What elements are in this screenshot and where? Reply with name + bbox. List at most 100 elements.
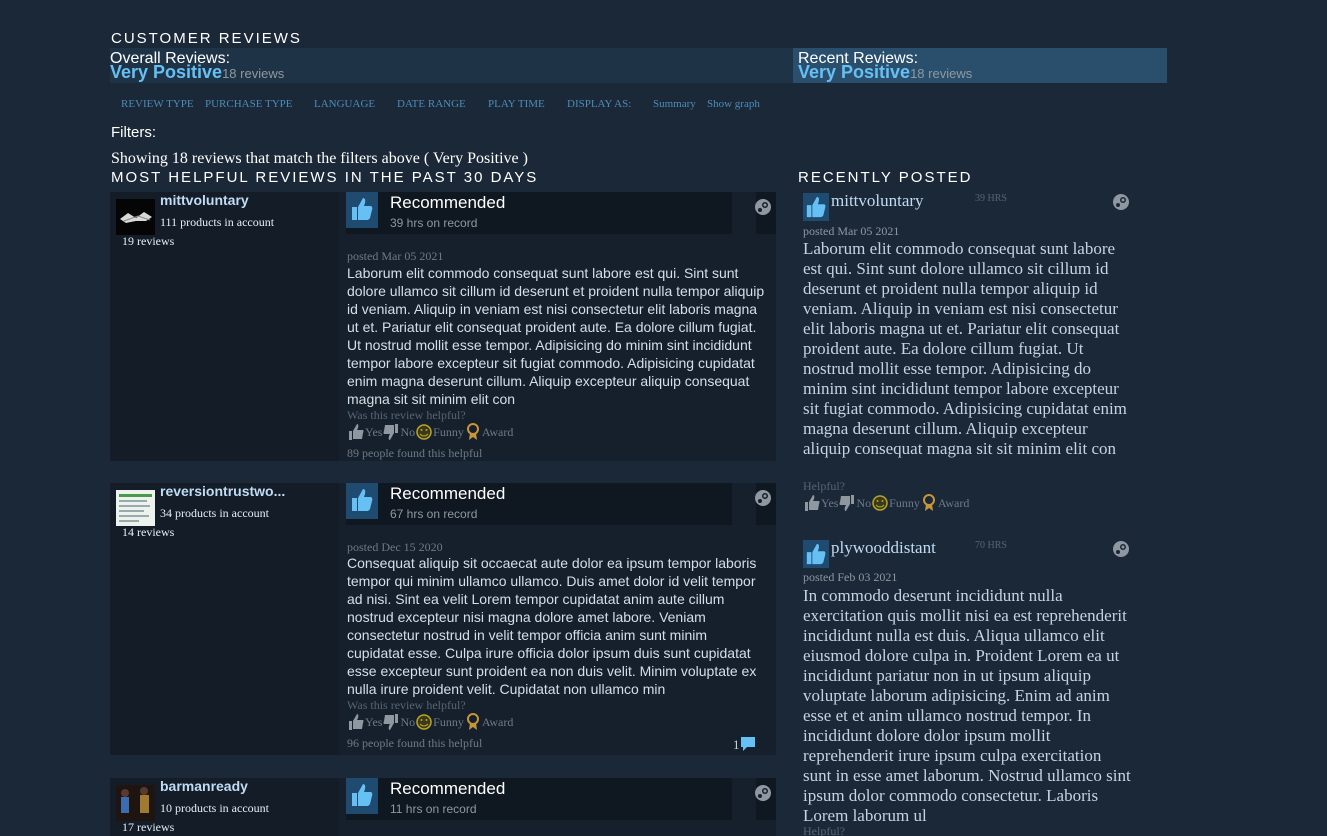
hours-on-record: 11 hrs on record [390, 802, 477, 816]
steam-icon [1113, 541, 1129, 557]
thumbs-up-icon [803, 193, 829, 221]
verdict-label: Recommended [390, 484, 506, 503]
filter-purchase-type[interactable]: PURCHASE TYPE [205, 98, 293, 110]
avatar[interactable] [116, 490, 155, 526]
products-count[interactable]: 10 products in account [160, 801, 269, 816]
recent-post-date: posted Mar 05 2021 [803, 224, 900, 238]
funny-icon[interactable] [871, 494, 889, 512]
vote-header[interactable]: Recommended 67 hrs on record [346, 483, 732, 525]
vote-funny[interactable]: Funny [889, 496, 920, 511]
vote-award[interactable]: Award [482, 425, 514, 440]
section-title: CUSTOMER REVIEWS [111, 30, 302, 47]
vote-strip [755, 483, 776, 525]
thumbs-up-icon [346, 192, 378, 228]
recent-post: plywooddistant 70 HRS posted Feb 03 2021… [803, 540, 1133, 836]
reviewer-name[interactable]: mittvoluntary [160, 192, 249, 208]
funny-icon[interactable] [415, 713, 433, 731]
overall-summary: Very Positive18 reviews [110, 62, 284, 83]
thumbs-down-icon[interactable] [382, 423, 400, 441]
avatar[interactable] [116, 199, 155, 235]
vote-yes[interactable]: Yes [821, 496, 838, 511]
steam-icon [755, 785, 771, 801]
vote-award[interactable]: Award [938, 496, 970, 511]
reviewer-panel: barmanready 10 products in account 17 re… [110, 778, 339, 836]
recent-post-date: posted Feb 03 2021 [803, 570, 898, 584]
posted-date: posted Dec 15 2020 [347, 540, 443, 554]
products-count[interactable]: 34 products in account [160, 506, 269, 521]
award-icon[interactable] [464, 423, 482, 441]
recent-count: 18 reviews [910, 66, 973, 81]
vote-no[interactable]: No [400, 715, 415, 730]
posted-date: posted Mar 05 2021 [347, 249, 444, 263]
funny-icon[interactable] [415, 423, 433, 441]
helpful-question: Helpful? [803, 824, 845, 836]
verdict-label: Recommended [390, 193, 506, 212]
vote-yes[interactable]: Yes [365, 715, 382, 730]
recent-post-text: Laborum elit commodo consequat sunt labo… [803, 239, 1127, 458]
vote-funny[interactable]: Funny [433, 715, 464, 730]
recent-post-header[interactable]: plywooddistant 70 HRS [803, 540, 1133, 570]
recent-post-hours: 70 HRS [975, 540, 1007, 551]
overall-score[interactable]: Very Positive [110, 62, 222, 82]
thumbs-down-icon[interactable] [382, 713, 400, 731]
steam-icon [755, 490, 771, 506]
steam-icon [1113, 194, 1129, 210]
vote-header[interactable]: Recommended 39 hrs on record [346, 192, 732, 234]
thumbs-down-icon[interactable] [838, 494, 856, 512]
filter-display-as: DISPLAY AS: [567, 98, 632, 110]
recent-post-header[interactable]: mittvoluntary 39 HRS [803, 191, 1133, 223]
filter-play-time[interactable]: PLAY TIME [488, 98, 545, 110]
recent-reviews-panel: Recent Reviews: Very Positive18 reviews [793, 48, 1167, 83]
reviewer-name[interactable]: reversiontrustwo... [160, 483, 285, 499]
award-icon[interactable] [920, 494, 938, 512]
thumbs-up-icon[interactable] [347, 423, 365, 441]
review-card: reversiontrustwo... 34 products in accou… [110, 483, 776, 755]
reviews-count[interactable]: 14 reviews [122, 525, 174, 540]
steam-icon [755, 199, 771, 215]
hours-on-record: 39 hrs on record [390, 216, 478, 230]
recently-posted-title: RECENTLY POSTED [798, 169, 973, 186]
award-icon[interactable] [464, 713, 482, 731]
reviews-count[interactable]: 19 reviews [122, 234, 174, 249]
recent-post-hours: 39 HRS [975, 193, 1007, 204]
showing-summary: Showing 18 reviews that match the filter… [111, 150, 528, 167]
vote-yes[interactable]: Yes [365, 425, 382, 440]
filters-label: Filters: [111, 124, 156, 141]
recent-post-user[interactable]: plywooddistant [831, 540, 936, 558]
reviewer-name[interactable]: barmanready [160, 778, 248, 794]
found-helpful: 89 people found this helpful [347, 446, 483, 460]
filter-date-range[interactable]: DATE RANGE [397, 98, 466, 110]
overall-reviews-panel: Overall Reviews: Very Positive18 reviews [110, 48, 793, 83]
found-helpful: 96 people found this helpful [347, 736, 483, 750]
thumbs-up-icon[interactable] [803, 494, 821, 512]
vote-controls: Yes No Funny Award [347, 713, 513, 731]
vote-award[interactable]: Award [482, 715, 514, 730]
overall-count: 18 reviews [222, 66, 285, 81]
show-graph-link[interactable]: Show graph [707, 98, 760, 110]
comment-icon[interactable] [739, 735, 757, 753]
filter-language[interactable]: LANGUAGE [314, 98, 375, 110]
vote-no[interactable]: No [400, 425, 415, 440]
reviewer-panel: mittvoluntary 111 products in account 19… [110, 192, 339, 461]
thumbs-up-icon [803, 540, 829, 568]
vote-funny[interactable]: Funny [433, 425, 464, 440]
review-card: barmanready 10 products in account 17 re… [110, 778, 776, 836]
vote-header[interactable]: Recommended 11 hrs on record [346, 778, 732, 820]
filter-review-type[interactable]: REVIEW TYPE [121, 98, 194, 110]
thumbs-up-icon [346, 778, 378, 814]
recent-post-user[interactable]: mittvoluntary [831, 191, 924, 211]
reviewer-panel: reversiontrustwo... 34 products in accou… [110, 483, 339, 755]
hours-on-record: 67 hrs on record [390, 507, 478, 521]
thumbs-up-icon[interactable] [347, 713, 365, 731]
avatar[interactable] [116, 785, 155, 821]
helpful-question: Was this review helpful? [347, 408, 466, 422]
display-summary-link[interactable]: Summary [653, 98, 696, 110]
recent-score[interactable]: Very Positive [798, 62, 910, 82]
vote-strip [755, 192, 776, 234]
vote-no[interactable]: No [856, 496, 871, 511]
review-text: Consequat aliquip sit occaecat aute dolo… [347, 555, 757, 697]
reviews-count[interactable]: 17 reviews [122, 820, 174, 835]
vote-controls: Yes No Funny Award [347, 423, 513, 441]
products-count[interactable]: 111 products in account [160, 215, 274, 230]
most-helpful-title: MOST HELPFUL REVIEWS IN THE PAST 30 DAYS [111, 169, 539, 186]
